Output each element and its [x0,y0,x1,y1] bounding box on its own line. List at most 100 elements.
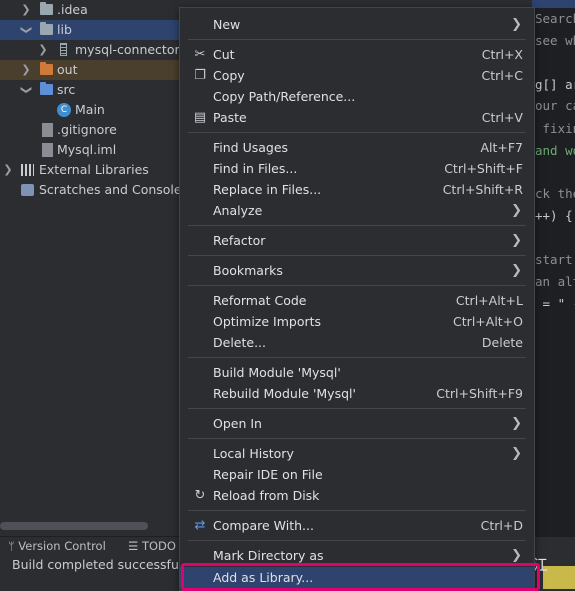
file-icon [42,123,53,137]
chevron-right-icon: ❯ [511,416,522,431]
background-image-fragment [543,566,575,589]
source-folder-icon [40,82,53,95]
chevron-down-icon[interactable]: ❯ [16,84,36,96]
tree-item-lib[interactable]: ❯ lib [0,20,185,40]
tree-item-label: Mysql.iml [57,142,117,157]
menu-separator [188,438,526,439]
code-line: ++) { [535,208,573,223]
menu-item-delete[interactable]: Delete... Delete [180,332,534,353]
tree-item-label: src [57,82,76,97]
code-line: and wo [535,143,575,158]
scratches-icon [21,184,34,196]
menu-item-find-in-files[interactable]: Find in Files... Ctrl+Shift+F [180,158,534,179]
tree-item-label: External Libraries [39,162,149,177]
folder-icon [40,62,53,75]
tree-item-out[interactable]: ❯ out [0,60,185,80]
menu-item-local-history[interactable]: Local History ❯ [180,443,534,464]
menu-item-new[interactable]: New ❯ [180,14,534,35]
menu-item-replace-in-files[interactable]: Replace in Files... Ctrl+Shift+R [180,179,534,200]
tree-item-gitignore[interactable]: .gitignore [0,120,185,140]
status-message: Build completed successfully [12,557,194,572]
version-control-tab[interactable]: ᛘ Version Control [8,539,106,553]
tree-item-label: .gitignore [57,122,117,137]
menu-item-build-module[interactable]: Build Module 'Mysql' [180,362,534,383]
folder-icon [40,2,53,15]
tree-item-external-libraries[interactable]: ❯ External Libraries [0,160,185,180]
tree-item-src[interactable]: ❯ src [0,80,185,100]
menu-separator [188,285,526,286]
code-line: g[] ar [535,77,575,92]
tree-item-mysql-connector[interactable]: ❯ mysql-connector-j [0,40,187,60]
tree-item-label: Scratches and Consoles [39,182,189,197]
code-editor[interactable]: Search see wh g[] ar our ca fixin and wo… [532,0,575,536]
tree-item-label: out [57,62,78,77]
menu-item-cut[interactable]: ✂ Cut Ctrl+X [180,44,534,65]
context-menu: New ❯ ✂ Cut Ctrl+X ❐ Copy Ctrl+C Copy Path/Re… [179,7,535,591]
paste-icon: ▤ [193,110,207,125]
class-icon: C [57,103,71,117]
menu-separator [188,357,526,358]
todo-tab[interactable]: ☰ TODO [128,539,176,553]
menu-item-reload-from-disk[interactable]: ↻ Reload from Disk [180,485,534,506]
tree-item-label: lib [57,22,72,37]
chevron-right-icon[interactable]: ❯ [20,60,32,80]
tree-item-idea[interactable]: ❯ .idea [0,0,185,20]
menu-item-repair-ide[interactable]: Repair IDE on File [180,464,534,485]
chevron-right-icon: ❯ [511,446,522,461]
menu-item-compare-with[interactable]: ⇄ Compare With... Ctrl+D [180,515,534,536]
compare-icon: ⇄ [194,518,206,533]
reload-icon: ↻ [194,488,206,503]
tree-item-label: mysql-connector-j [75,42,187,57]
menu-item-paste[interactable]: ▤ Paste Ctrl+V [180,107,534,128]
code-line: ck the [535,186,575,201]
menu-item-rebuild-module[interactable]: Rebuild Module 'Mysql' Ctrl+Shift+F9 [180,383,534,404]
menu-item-optimize-imports[interactable]: Optimize Imports Ctrl+Alt+O [180,311,534,332]
chevron-right-icon: ❯ [511,233,522,248]
menu-separator [188,510,526,511]
menu-item-analyze[interactable]: Analyze ❯ [180,200,534,221]
code-line: = " - [542,296,575,311]
code-line: see wh [535,33,575,48]
module-file-icon [42,143,53,157]
highlight-annotation [181,563,540,591]
code-line: our ca [535,98,575,113]
menu-separator [188,132,526,133]
code-line: start [535,252,573,267]
list-icon: ☰ [128,539,139,553]
code-line: Search [535,11,575,26]
chevron-down-icon[interactable]: ❯ [16,24,36,36]
menu-separator [188,255,526,256]
tree-item-scratches[interactable]: Scratches and Consoles [0,180,189,200]
menu-separator [188,225,526,226]
chevron-right-icon[interactable]: ❯ [20,0,32,20]
menu-separator [188,408,526,409]
chevron-right-icon: ❯ [511,263,522,278]
menu-item-copy[interactable]: ❐ Copy Ctrl+C [180,65,534,86]
horizontal-scrollbar[interactable] [0,522,148,530]
project-tree: ❯ .idea ❯ lib ❯ mysql-connector-j ❯ out … [0,0,189,530]
tree-item-label: .idea [57,2,88,17]
libraries-icon [21,164,34,176]
chevron-right-icon: ❯ [511,17,522,32]
editor-tab-strip [532,0,575,8]
jar-icon [60,43,67,56]
menu-item-find-usages[interactable]: Find Usages Alt+F7 [180,137,534,158]
tree-item-mysql-iml[interactable]: Mysql.iml [0,140,185,160]
code-line: an alt [535,274,575,289]
menu-item-open-in[interactable]: Open In ❯ [180,413,534,434]
scissors-icon: ✂ [194,47,206,62]
menu-item-bookmarks[interactable]: Bookmarks ❯ [180,260,534,281]
branch-icon: ᛘ [8,540,15,553]
tree-item-main[interactable]: C Main [0,100,185,120]
chevron-right-icon[interactable]: ❯ [2,160,14,180]
menu-item-copy-path[interactable]: Copy Path/Reference... [180,86,534,107]
menu-item-refactor[interactable]: Refactor ❯ [180,230,534,251]
copy-icon: ❐ [194,68,206,83]
folder-icon [40,22,53,35]
menu-separator [188,39,526,40]
tree-item-label: Main [75,102,105,117]
code-line: fixin [542,121,575,136]
chevron-right-icon[interactable]: ❯ [37,40,49,60]
menu-item-reformat-code[interactable]: Reformat Code Ctrl+Alt+L [180,290,534,311]
menu-separator [188,540,526,541]
